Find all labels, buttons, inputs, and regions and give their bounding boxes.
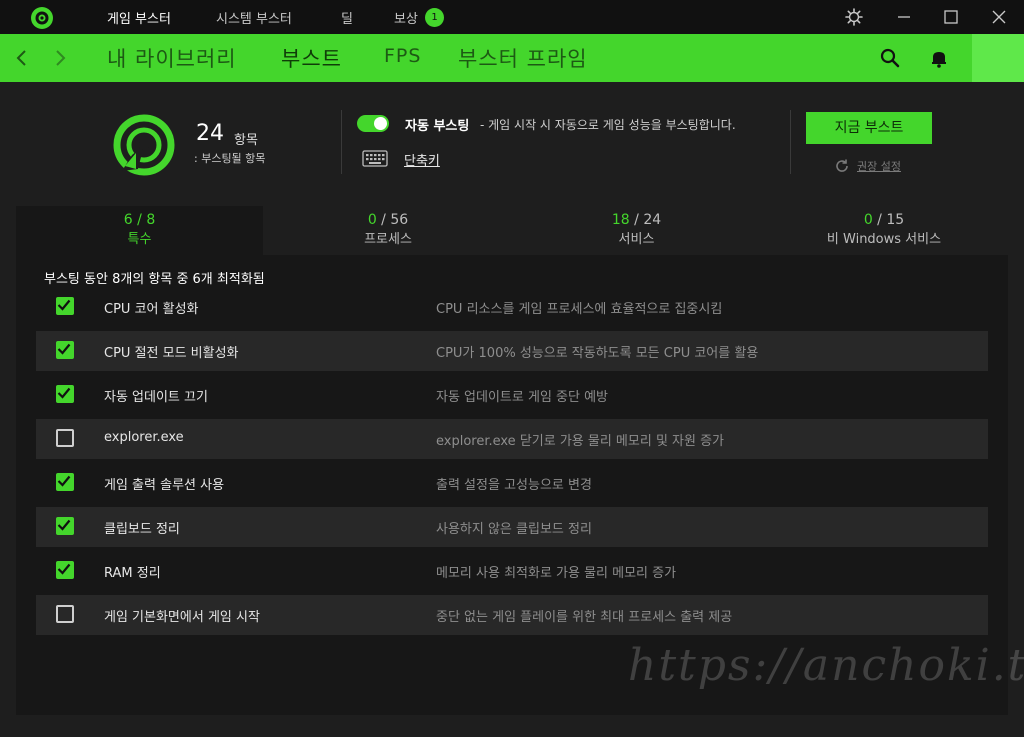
boost-item-count: 24 — [196, 121, 224, 146]
nav-booster-prime[interactable]: 부스터 프라임 — [458, 43, 588, 73]
row-description: 사용하지 않은 클립보드 정리 — [436, 522, 592, 537]
top-tab-game-booster[interactable]: 게임 부스터 — [107, 8, 171, 27]
row-name: CPU 코어 활성화 — [104, 302, 199, 317]
nav-boost[interactable]: 부스트 — [281, 43, 342, 73]
tab-checked-count: 0 — [863, 212, 873, 228]
maximize-icon[interactable] — [940, 6, 962, 28]
checkbox-unchecked[interactable] — [56, 605, 74, 623]
tab-checked-count: 6 — [123, 212, 133, 228]
tab-total-count: 15 — [886, 212, 905, 228]
checkbox-checked[interactable] — [56, 473, 74, 491]
row-name: 자동 업데이트 끄기 — [104, 390, 208, 405]
boost-gauge-icon — [113, 114, 175, 176]
divider — [341, 110, 342, 174]
tab-label: 특수 — [127, 232, 152, 247]
boost-item-unit: 항목 — [234, 133, 258, 148]
checkbox-checked[interactable] — [56, 385, 74, 403]
tab-count-separator: / — [376, 212, 391, 228]
minimize-icon[interactable] — [893, 6, 915, 28]
nav-my-library[interactable]: 내 라이브러리 — [107, 43, 237, 73]
main-nav-bar: 내 라이브러리 부스트 FPS 부스터 프라임 — [0, 34, 1024, 82]
boost-item-row: CPU 절전 모드 비활성화 CPU가 100% 성능으로 작동하도록 모든 C… — [36, 331, 988, 371]
top-tab-rewards[interactable]: 보상 — [394, 8, 418, 27]
toggle-knob — [374, 117, 387, 130]
notification-bell-icon[interactable] — [927, 46, 951, 70]
tab-checked-count: 0 — [367, 212, 377, 228]
row-name: explorer.exe — [104, 430, 184, 445]
settings-gear-icon[interactable] — [843, 6, 865, 28]
row-name: 게임 기본화면에서 게임 시작 — [104, 610, 260, 625]
tab-non-windows-services[interactable]: 0 / 15 비 Windows 서비스 — [760, 206, 1008, 255]
tab-total-count: 8 — [146, 212, 156, 228]
razer-cortex-logo-icon — [31, 7, 53, 29]
row-description: 메모리 사용 최적화로 가용 물리 메모리 증가 — [436, 566, 677, 581]
tab-label: 서비스 — [618, 232, 655, 247]
row-description: 출력 설정을 고성능으로 변경 — [436, 478, 592, 493]
auto-boost-toggle[interactable] — [357, 115, 389, 132]
keyboard-icon — [362, 150, 388, 167]
row-name: 게임 출력 솔루션 사용 — [104, 478, 225, 493]
tab-count-separator: / — [872, 212, 887, 228]
checkbox-checked[interactable] — [56, 561, 74, 579]
boost-item-row: 게임 출력 솔루션 사용 출력 설정을 고성능으로 변경 — [36, 463, 988, 503]
forward-arrow-icon[interactable] — [50, 47, 70, 69]
tab-services[interactable]: 18 / 24 서비스 — [513, 206, 760, 255]
boost-item-row: 자동 업데이트 끄기 자동 업데이트로 게임 중단 예방 — [36, 375, 988, 415]
tab-count-separator: / — [132, 212, 147, 228]
boost-item-row: explorer.exe explorer.exe 닫기로 가용 물리 메모리 … — [36, 419, 988, 459]
boost-item-row: RAM 정리 메모리 사용 최적화로 가용 물리 메모리 증가 — [36, 551, 988, 591]
boost-now-button[interactable]: 지금 부스트 — [806, 112, 932, 144]
auto-boost-label: 자동 부스팅 — [405, 119, 470, 134]
checkmark-icon — [57, 387, 71, 399]
checkbox-checked[interactable] — [56, 297, 74, 315]
tab-label: 비 Windows 서비스 — [826, 232, 942, 247]
shortcut-link[interactable]: 단축키 — [404, 150, 440, 169]
nav-fps[interactable]: FPS — [384, 45, 421, 67]
boost-item-row: CPU 코어 활성화 CPU 리소스를 게임 프로세스에 효율적으로 집중시킴 — [36, 287, 988, 327]
optimized-summary: 부스팅 동안 8개의 항목 중 6개 최적화됨 — [44, 272, 265, 287]
row-description: CPU 리소스를 게임 프로세스에 효율적으로 집중시킴 — [436, 302, 723, 317]
back-arrow-icon[interactable] — [12, 47, 32, 69]
row-description: 중단 없는 게임 플레이를 위한 최대 프로세스 출력 제공 — [436, 610, 733, 625]
top-tab-system-booster[interactable]: 시스템 부스터 — [216, 8, 292, 27]
rewards-badge: 1 — [425, 8, 444, 27]
title-bar: 게임 부스터 시스템 부스터 딜 보상 1 — [0, 0, 1024, 34]
row-name: RAM 정리 — [104, 566, 161, 581]
top-tab-deals[interactable]: 딜 — [341, 8, 353, 27]
checkmark-icon — [57, 563, 71, 575]
tab-processes[interactable]: 0 / 56 프로세스 — [263, 206, 513, 255]
checkmark-icon — [57, 519, 71, 531]
auto-boost-description: - 게임 시작 시 자동으로 게임 성능을 부스팅합니다. — [480, 118, 736, 132]
tab-total-count: 56 — [390, 212, 409, 228]
boost-item-row: 클립보드 정리 사용하지 않은 클립보드 정리 — [36, 507, 988, 547]
boost-item-row: 게임 기본화면에서 게임 시작 중단 없는 게임 플레이를 위한 최대 프로세스… — [36, 595, 988, 635]
boost-item-caption: : 부스팅될 항목 — [194, 152, 266, 165]
recommended-settings-link[interactable]: 권장 설정 — [857, 158, 901, 174]
divider — [790, 110, 791, 174]
avatar[interactable] — [972, 34, 1024, 82]
checkmark-icon — [57, 475, 71, 487]
search-icon[interactable] — [878, 46, 902, 70]
row-description: explorer.exe 닫기로 가용 물리 메모리 및 자원 증가 — [436, 434, 725, 449]
tab-total-count: 24 — [643, 212, 662, 228]
tab-special[interactable]: 6 / 8 특수 — [16, 206, 263, 255]
row-description: 자동 업데이트로 게임 중단 예방 — [436, 390, 609, 405]
tab-count-separator: / — [629, 212, 644, 228]
checkbox-checked[interactable] — [56, 341, 74, 359]
close-icon[interactable] — [988, 6, 1010, 28]
tab-checked-count: 18 — [611, 212, 630, 228]
checkbox-checked[interactable] — [56, 517, 74, 535]
row-name: CPU 절전 모드 비활성화 — [104, 346, 239, 361]
watermark: https://anchoki.tistory.com — [628, 640, 1024, 691]
tab-label: 프로세스 — [364, 232, 412, 247]
checkmark-icon — [57, 343, 71, 355]
refresh-icon[interactable] — [834, 158, 850, 174]
row-description: CPU가 100% 성능으로 작동하도록 모든 CPU 코어를 활용 — [436, 346, 759, 361]
row-name: 클립보드 정리 — [104, 522, 180, 537]
checkmark-icon — [57, 299, 71, 311]
checkbox-unchecked[interactable] — [56, 429, 74, 447]
